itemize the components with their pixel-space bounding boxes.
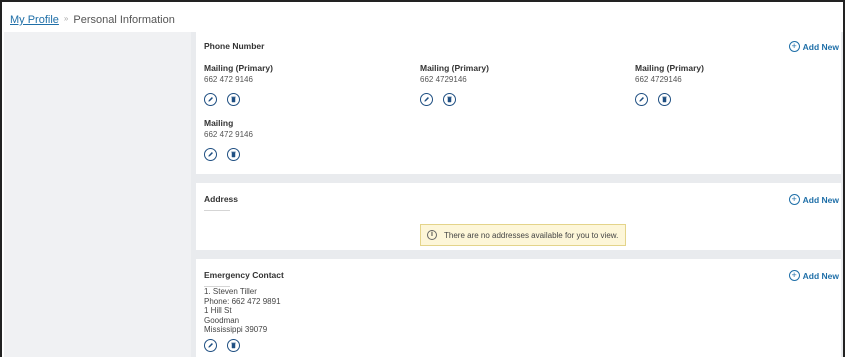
- edit-button[interactable]: [204, 338, 217, 352]
- breadcrumb-separator: »: [63, 14, 69, 23]
- phone-add-new-button[interactable]: + Add New: [788, 41, 839, 52]
- pencil-icon: [208, 97, 213, 102]
- trash-icon: [231, 342, 236, 348]
- phone-item: Mailing 662 472 9146: [204, 118, 253, 161]
- emergency-contact-card: Emergency Contact + Add New 1. Steven Ti…: [196, 259, 841, 357]
- breadcrumb: My Profile » Personal Information: [10, 14, 175, 26]
- trash-icon: [662, 96, 667, 103]
- delete-button[interactable]: [443, 93, 456, 106]
- address-add-new-button[interactable]: + Add New: [788, 194, 839, 205]
- phone-item: Mailing (Primary) 662 4729146: [635, 63, 704, 106]
- phone-type: Mailing (Primary): [204, 63, 273, 73]
- delete-button[interactable]: [227, 338, 240, 352]
- add-new-label: Add New: [802, 194, 839, 205]
- phone-number-value: 662 4729146: [635, 75, 682, 84]
- emergency-add-new-button[interactable]: + Add New: [788, 270, 839, 281]
- contact-name: 1. Steven Tiller: [204, 287, 257, 296]
- add-new-label: Add New: [802, 41, 839, 52]
- no-address-notice: i There are no addresses available for y…: [420, 224, 626, 246]
- edit-button[interactable]: [420, 93, 433, 106]
- phone-number-value: 662 472 9146: [204, 75, 253, 84]
- plus-circle-icon: +: [788, 270, 800, 281]
- emergency-contact-title: Emergency Contact: [204, 270, 284, 280]
- phone-number-value: 662 4729146: [420, 75, 467, 84]
- pencil-icon: [639, 97, 644, 102]
- plus-circle-icon: +: [788, 194, 800, 205]
- emergency-contact-details: 1. Steven Tiller Phone: 662 472 9891 1 H…: [204, 287, 281, 352]
- plus-circle-icon: +: [788, 41, 800, 52]
- edit-button[interactable]: [204, 93, 217, 106]
- notice-text: There are no addresses available for you…: [444, 230, 619, 240]
- breadcrumb-my-profile-link[interactable]: My Profile: [10, 14, 59, 26]
- edit-button[interactable]: [204, 148, 217, 161]
- phone-number-title: Phone Number: [204, 41, 265, 51]
- edit-button[interactable]: [635, 93, 648, 106]
- address-title: Address: [204, 194, 239, 204]
- breadcrumb-current: Personal Information: [73, 14, 175, 26]
- trash-icon: [231, 96, 236, 103]
- contact-street: 1 Hill St: [204, 306, 232, 315]
- info-icon: i: [427, 230, 437, 240]
- phone-item: Mailing (Primary) 662 4729146: [420, 63, 489, 106]
- phone-type: Mailing: [204, 118, 234, 128]
- contact-city: Goodman: [204, 315, 240, 325]
- pencil-icon: [424, 97, 429, 102]
- contact-phone: Phone: 662 472 9891: [204, 296, 281, 306]
- app-frame: My Profile » Personal Information Phone Nu…: [0, 0, 845, 357]
- phone-type: Mailing (Primary): [635, 63, 704, 73]
- contact-state-zip: Mississippi 39079: [204, 325, 268, 334]
- pencil-icon: [208, 152, 213, 157]
- address-card: Address + Add New i There are no address…: [196, 183, 841, 250]
- title-underline: [204, 210, 230, 211]
- trash-icon: [447, 96, 452, 103]
- phone-number-card: Phone Number + Add New Mailing (Primary)…: [196, 32, 841, 174]
- pencil-icon: [208, 342, 213, 348]
- trash-icon: [231, 151, 236, 158]
- delete-button[interactable]: [658, 93, 671, 106]
- delete-button[interactable]: [227, 148, 240, 161]
- add-new-label: Add New: [802, 270, 839, 281]
- sidebar: [4, 32, 191, 357]
- phone-item: Mailing (Primary) 662 472 9146: [204, 63, 273, 106]
- phone-number-value: 662 472 9146: [204, 130, 253, 139]
- phone-type: Mailing (Primary): [420, 63, 489, 73]
- delete-button[interactable]: [227, 93, 240, 106]
